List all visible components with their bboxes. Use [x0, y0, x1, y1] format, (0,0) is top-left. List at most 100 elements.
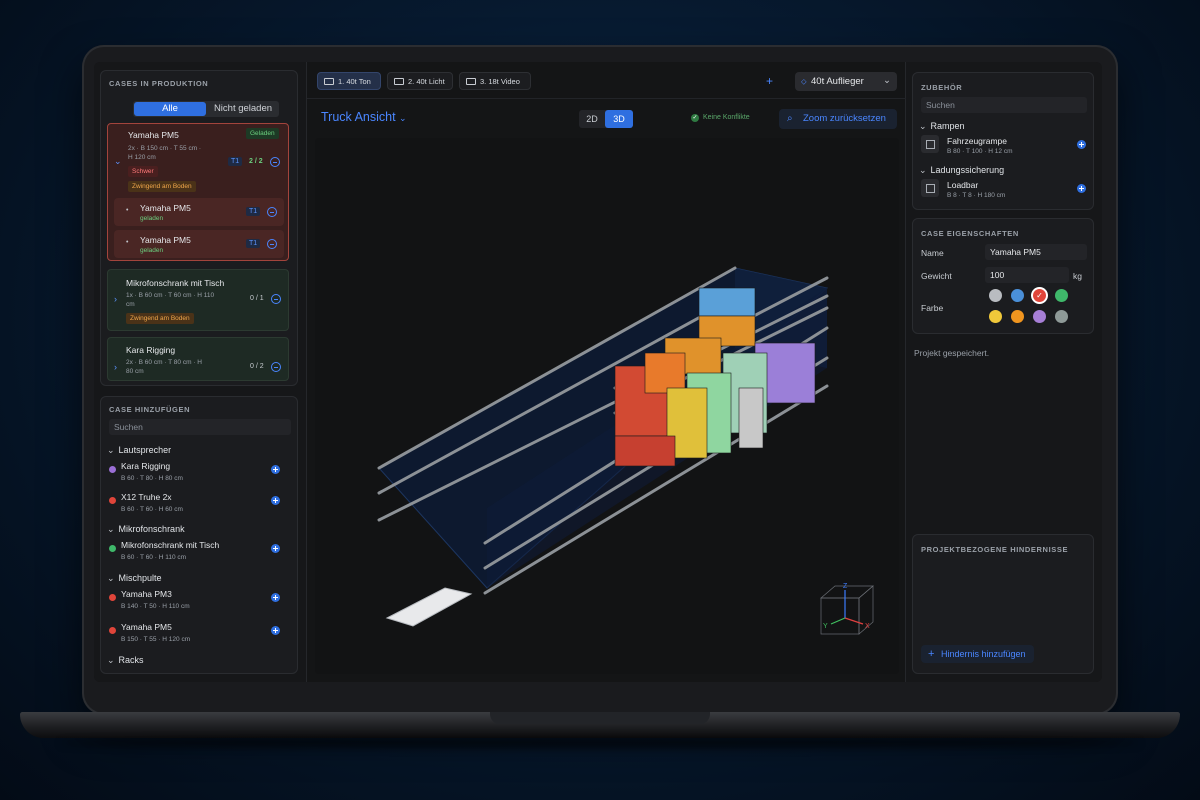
- updown-icon: ⬦: [801, 77, 807, 86]
- obstacles-title: PROJEKTBEZOGENE HINDERNISSE: [921, 545, 1069, 554]
- box-icon: [921, 179, 939, 197]
- truck-badge: T1: [228, 157, 243, 166]
- child-case-2[interactable]: • Yamaha PM5 geladen T1: [114, 230, 284, 258]
- truck-view: 1. 40t Ton 2. 40t Licht 3. 18t Video + ⬦…: [306, 62, 907, 682]
- filter-toggle: Alle Nicht geladen: [133, 101, 279, 117]
- color-swatch[interactable]: [1011, 310, 1024, 323]
- view-2d-button[interactable]: 2D: [579, 110, 605, 128]
- child-case-1[interactable]: • Yamaha PM5 geladen T1: [114, 198, 284, 226]
- color-swatch[interactable]: [1055, 289, 1068, 302]
- remove-icon[interactable]: [267, 239, 277, 249]
- item-dims: B 150 · T 55 · H 120 cm: [121, 636, 191, 643]
- chevron-right-icon[interactable]: ›: [114, 294, 117, 304]
- status-badge: Geladen: [246, 128, 279, 139]
- filter-not-loaded-button[interactable]: Nicht geladen: [208, 102, 278, 116]
- case-dims-line1: 2x · B 60 cm · T 80 cm · H: [126, 359, 202, 366]
- tab-truck-3[interactable]: 3. 18t Video: [459, 72, 531, 90]
- accessory-name: Loadbar: [947, 180, 979, 190]
- name-field[interactable]: Yamaha PM5: [985, 244, 1087, 260]
- obstacles-panel: PROJEKTBEZOGENE HINDERNISSE + Hindernis …: [912, 534, 1094, 674]
- add-accessory-icon[interactable]: [1077, 140, 1086, 149]
- case-name: Yamaha PM5: [128, 130, 179, 140]
- case-card-yamaha-pm5[interactable]: Yamaha PM5 Geladen 2x · B 150 cm · T 55 …: [107, 123, 289, 261]
- production-title: CASES IN PRODUKTION: [109, 79, 209, 88]
- case-card-kara-rigging[interactable]: › Kara Rigging 2x · B 60 cm · T 80 cm · …: [107, 337, 289, 381]
- add-obstacle-button[interactable]: + Hindernis hinzufügen: [921, 645, 1034, 663]
- color-dot: [109, 466, 116, 473]
- add-item-icon[interactable]: [271, 496, 280, 505]
- color-dot: [109, 594, 116, 601]
- divider: [307, 98, 907, 99]
- view-title[interactable]: Truck Ansicht ⌄: [321, 110, 407, 124]
- color-swatch[interactable]: ✓: [1033, 289, 1046, 302]
- remove-icon[interactable]: [270, 157, 280, 167]
- case-card-mikrofonschrank[interactable]: › Mikrofonschrank mit Tisch 1x · B 60 cm…: [107, 269, 289, 331]
- case-dims-line1: 2x · B 150 cm · T 55 cm ·: [128, 145, 202, 152]
- filter-all-button[interactable]: Alle: [134, 102, 206, 116]
- tab-label: 1. 40t Ton: [338, 77, 371, 86]
- case-search-input[interactable]: Suchen: [109, 419, 291, 435]
- accessories-title: ZUBEHÖR: [921, 83, 963, 92]
- color-swatch[interactable]: [1033, 310, 1046, 323]
- axis-x-label: X: [865, 623, 870, 630]
- color-swatch[interactable]: [989, 310, 1002, 323]
- weight-label: Gewicht: [921, 271, 952, 281]
- color-swatch[interactable]: [1055, 310, 1068, 323]
- item-name: X12 Truhe 2x: [121, 492, 172, 502]
- group-rampen[interactable]: Rampen: [919, 121, 965, 132]
- item-dims: B 60 · T 60 · H 110 cm: [121, 554, 187, 561]
- truck-3d-scene[interactable]: Z X Y: [315, 138, 899, 674]
- color-dot: [109, 497, 116, 504]
- laptop-shadow: [60, 738, 1140, 748]
- reset-zoom-button[interactable]: ⌕ Zoom zurücksetzen: [779, 109, 897, 129]
- add-item-icon[interactable]: [271, 544, 280, 553]
- case-name: Mikrofonschrank mit Tisch: [126, 278, 225, 288]
- color-swatch[interactable]: [1011, 289, 1024, 302]
- truck-icon: [466, 78, 476, 85]
- case-name: Kara Rigging: [126, 345, 176, 355]
- chevron-down-icon[interactable]: ⌄: [114, 156, 122, 167]
- chevron-right-icon[interactable]: ›: [114, 362, 117, 372]
- remove-icon[interactable]: [267, 207, 277, 217]
- color-dot: [109, 627, 116, 634]
- add-accessory-icon[interactable]: [1077, 184, 1086, 193]
- axis-y-label: Y: [823, 623, 828, 630]
- box-icon: [921, 135, 939, 153]
- laptop-notch: [490, 712, 710, 724]
- tab-label: 2. 40t Licht: [408, 77, 445, 86]
- accessories-search-input[interactable]: Suchen: [921, 97, 1087, 113]
- truck-type-value: 40t Auflieger: [811, 76, 864, 87]
- tab-truck-1[interactable]: 1. 40t Ton: [317, 72, 381, 90]
- truck-type-select[interactable]: ⬦ 40t Auflieger ⌄: [795, 72, 897, 91]
- truck-icon: [324, 78, 334, 85]
- axis-z-label: Z: [843, 583, 848, 590]
- properties-title: CASE EIGENSCHAFTEN: [921, 229, 1019, 238]
- remove-icon[interactable]: [271, 362, 281, 372]
- add-item-icon[interactable]: [271, 465, 280, 474]
- case-dims-line1: 1x · B 60 cm · T 60 cm · H 110: [126, 292, 215, 299]
- conflict-status: ✓ Keine Konflikte: [691, 114, 750, 122]
- group-mischpulte[interactable]: Mischpulte: [107, 573, 162, 584]
- production-panel: CASES IN PRODUKTION Alle Nicht geladen Y…: [100, 70, 298, 386]
- remove-icon[interactable]: [271, 294, 281, 304]
- canvas-area[interactable]: Z X Y: [315, 138, 899, 674]
- accessory-dims: B 8 · T 8 · H 180 cm: [947, 192, 1006, 199]
- group-racks[interactable]: Racks: [107, 655, 144, 666]
- group-lautsprecher[interactable]: Lautsprecher: [107, 445, 172, 456]
- group-mikrofonschrank[interactable]: Mikrofonschrank: [107, 524, 185, 535]
- view-mode-toggle: 2D 3D: [579, 110, 633, 128]
- view-3d-button[interactable]: 3D: [605, 110, 633, 128]
- weight-field[interactable]: 100: [985, 267, 1069, 283]
- search-icon: ⌕: [787, 113, 793, 124]
- group-ladungssicherung[interactable]: Ladungssicherung: [919, 165, 1005, 176]
- add-item-icon[interactable]: [271, 626, 280, 635]
- color-swatch[interactable]: [989, 289, 1002, 302]
- case-properties-panel: CASE EIGENSCHAFTEN Name Yamaha PM5 Gewic…: [912, 218, 1094, 334]
- truck-badge: T1: [246, 239, 261, 248]
- tab-truck-2[interactable]: 2. 40t Licht: [387, 72, 453, 90]
- add-truck-button[interactable]: +: [766, 74, 773, 88]
- case-dims-line2: cm: [126, 301, 135, 308]
- color-dot: [109, 545, 116, 552]
- add-item-icon[interactable]: [271, 593, 280, 602]
- loaded-count: 0 / 2: [250, 363, 264, 370]
